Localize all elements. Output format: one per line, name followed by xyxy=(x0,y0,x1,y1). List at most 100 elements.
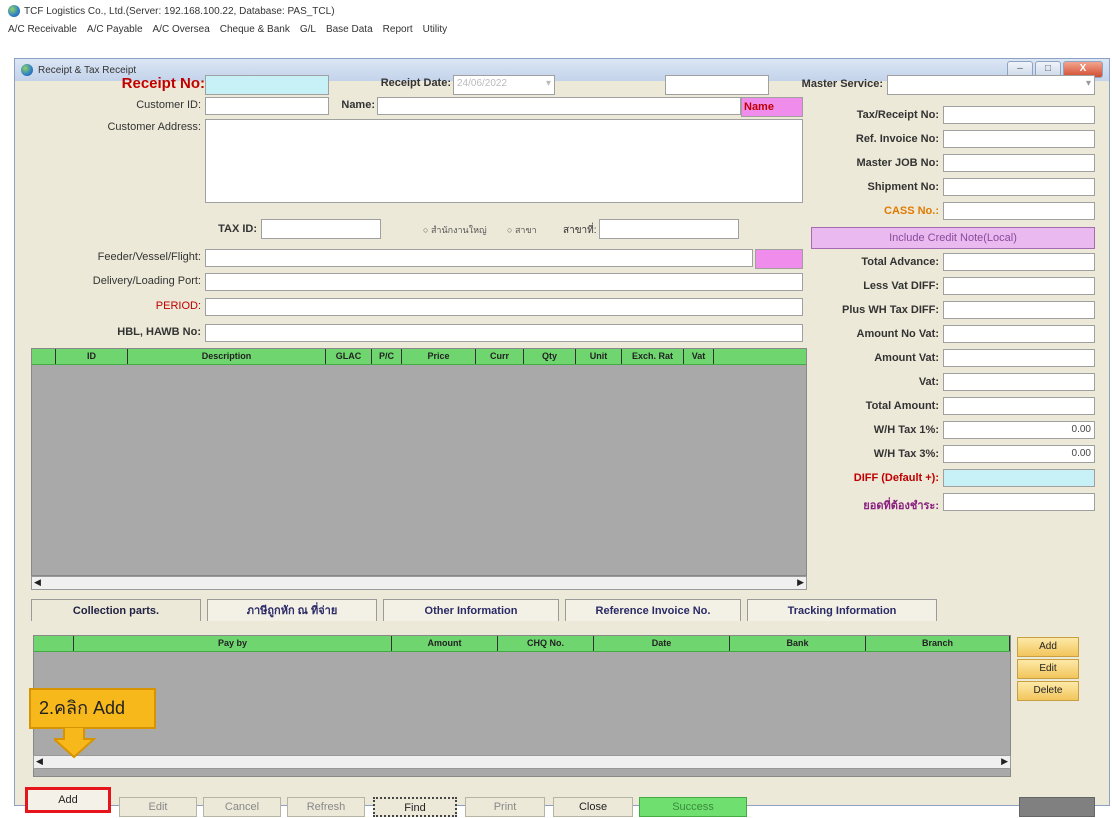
col-vat[interactable]: Vat xyxy=(684,349,714,364)
payment-grid-header: Pay by Amount CHQ No. Date Bank Branch xyxy=(34,636,1010,652)
edit-button[interactable]: Edit xyxy=(119,797,197,817)
menu-gl[interactable]: G/L xyxy=(300,24,316,35)
refresh-button[interactable]: Refresh xyxy=(287,797,365,817)
shipment-no-input[interactable] xyxy=(943,178,1095,196)
col-glac[interactable]: GLAC xyxy=(326,349,372,364)
scroll-right-icon[interactable]: ▶ xyxy=(797,577,804,588)
col-curr[interactable]: Curr xyxy=(476,349,524,364)
close-button[interactable]: Close xyxy=(553,797,633,817)
arrow-down-icon xyxy=(54,727,97,759)
menu-base-data[interactable]: Base Data xyxy=(326,24,373,35)
master-job-no-input[interactable] xyxy=(943,154,1095,172)
tab-withholding-tax[interactable]: ภาษีถูกหัก ณ ที่จ่าย xyxy=(207,599,377,621)
payment-edit-button[interactable]: Edit xyxy=(1017,659,1079,679)
col-unit[interactable]: Unit xyxy=(576,349,622,364)
receipt-date-input[interactable]: 24/06/2022 ▾ xyxy=(453,75,555,95)
col-branch[interactable]: Branch xyxy=(866,636,1010,651)
col-exch-rate[interactable]: Exch. Rat xyxy=(622,349,684,364)
total-amount-input[interactable] xyxy=(943,397,1095,415)
wh-tax-1-input[interactable]: 0.00 xyxy=(943,421,1095,439)
hbl-hawb-input[interactable] xyxy=(205,324,803,342)
radio-branch-label: สาขา xyxy=(514,225,537,235)
less-vat-diff-input[interactable] xyxy=(943,277,1095,295)
col-pc[interactable]: P/C xyxy=(372,349,402,364)
find-button[interactable]: Find xyxy=(373,797,457,817)
delivery-port-label: Delivery/Loading Port: xyxy=(92,275,201,287)
total-advance-input[interactable] xyxy=(943,253,1095,271)
add-button[interactable]: Add xyxy=(25,787,111,813)
customer-address-input[interactable] xyxy=(205,119,803,203)
amount-no-vat-label: Amount No Vat: xyxy=(856,328,940,340)
col-id[interactable]: ID xyxy=(56,349,128,364)
name-lookup-button[interactable]: Name xyxy=(741,97,803,117)
col-qty[interactable]: Qty xyxy=(524,349,576,364)
scroll-left-icon[interactable]: ◀ xyxy=(34,577,41,588)
menu-ac-receivable[interactable]: A/C Receivable xyxy=(8,24,77,35)
col-description[interactable]: Description xyxy=(128,349,326,364)
detail-grid-scrollbar[interactable]: ◀ ▶ xyxy=(31,576,807,590)
cancel-button[interactable]: Cancel xyxy=(203,797,281,817)
payment-grid-scrollbar[interactable]: ◀ ▶ xyxy=(33,755,1011,769)
receipt-no-input[interactable] xyxy=(205,75,329,95)
receipt-window: Receipt & Tax Receipt – □ X Receipt No: Re… xyxy=(14,58,1110,817)
shipment-no-label: Shipment No: xyxy=(867,181,940,193)
tab-reference-invoice[interactable]: Reference Invoice No. xyxy=(565,599,741,621)
reference-input[interactable] xyxy=(665,75,769,95)
cass-no-input[interactable] xyxy=(943,202,1095,220)
scroll-right-icon[interactable]: ▶ xyxy=(1001,756,1008,767)
tax-id-input[interactable] xyxy=(261,219,381,239)
master-service-select[interactable]: ▾ xyxy=(887,75,1095,95)
total-amount-label: Total Amount: xyxy=(865,400,939,412)
vat-label: Vat: xyxy=(918,376,939,388)
delivery-port-input[interactable] xyxy=(205,273,803,291)
branch-no-input[interactable] xyxy=(599,219,739,239)
tab-tracking-information[interactable]: Tracking Information xyxy=(747,599,937,621)
amount-vat-input[interactable] xyxy=(943,349,1095,367)
payment-add-button[interactable]: Add xyxy=(1017,637,1079,657)
amount-vat-label: Amount Vat: xyxy=(874,352,939,364)
detail-grid[interactable]: ID Description GLAC P/C Price Curr Qty U… xyxy=(31,348,807,576)
period-input[interactable] xyxy=(205,298,803,316)
payment-delete-button[interactable]: Delete xyxy=(1017,681,1079,701)
customer-id-input[interactable] xyxy=(205,97,329,115)
success-button[interactable]: Success xyxy=(639,797,747,817)
chevron-down-icon[interactable]: ▾ xyxy=(1086,78,1091,89)
master-job-no-label: Master JOB No: xyxy=(856,157,939,169)
include-credit-note-button[interactable]: Include Credit Note(Local) xyxy=(811,227,1095,249)
tab-collection-parts[interactable]: Collection parts. xyxy=(31,599,201,621)
amount-no-vat-input[interactable] xyxy=(943,325,1095,343)
menu-cheque-bank[interactable]: Cheque & Bank xyxy=(220,24,290,35)
cass-no-label: CASS No.: xyxy=(884,205,939,217)
menu-utility[interactable]: Utility xyxy=(423,24,447,35)
wh-tax-3-input[interactable]: 0.00 xyxy=(943,445,1095,463)
amount-to-pay-input[interactable] xyxy=(943,493,1095,511)
tab-other-information[interactable]: Other Information xyxy=(383,599,559,621)
feeder-vessel-input[interactable] xyxy=(205,249,753,267)
diff-default-input[interactable] xyxy=(943,469,1095,487)
radio-branch[interactable]: ○ สาขา xyxy=(507,223,537,237)
feeder-lookup-button[interactable] xyxy=(755,249,803,269)
menu-report[interactable]: Report xyxy=(383,24,413,35)
radio-head-office[interactable]: ○ สำนักงานใหญ่ xyxy=(423,223,487,237)
chevron-down-icon[interactable]: ▾ xyxy=(546,78,551,89)
col-date[interactable]: Date xyxy=(594,636,730,651)
diff-default-label: DIFF (Default +): xyxy=(853,472,939,484)
detail-grid-header: ID Description GLAC P/C Price Curr Qty U… xyxy=(32,349,806,365)
app-title-bar: TCF Logistics Co., Ltd.(Server: 192.168.… xyxy=(8,3,335,19)
col-amount[interactable]: Amount xyxy=(392,636,498,651)
vat-input[interactable] xyxy=(943,373,1095,391)
menu-ac-oversea[interactable]: A/C Oversea xyxy=(153,24,210,35)
radio-hq-label: สำนักงานใหญ่ xyxy=(430,225,487,235)
scroll-left-icon[interactable]: ◀ xyxy=(36,756,43,767)
col-price[interactable]: Price xyxy=(402,349,476,364)
menu-bar: A/C Receivable A/C Payable A/C Oversea C… xyxy=(8,20,447,38)
col-chq-no[interactable]: CHQ No. xyxy=(498,636,594,651)
col-pay-by[interactable]: Pay by xyxy=(74,636,392,651)
menu-ac-payable[interactable]: A/C Payable xyxy=(87,24,143,35)
col-bank[interactable]: Bank xyxy=(730,636,866,651)
print-button[interactable]: Print xyxy=(465,797,545,817)
name-input[interactable] xyxy=(377,97,741,115)
ref-invoice-no-input[interactable] xyxy=(943,130,1095,148)
plus-wh-tax-diff-input[interactable] xyxy=(943,301,1095,319)
tax-receipt-no-input[interactable] xyxy=(943,106,1095,124)
